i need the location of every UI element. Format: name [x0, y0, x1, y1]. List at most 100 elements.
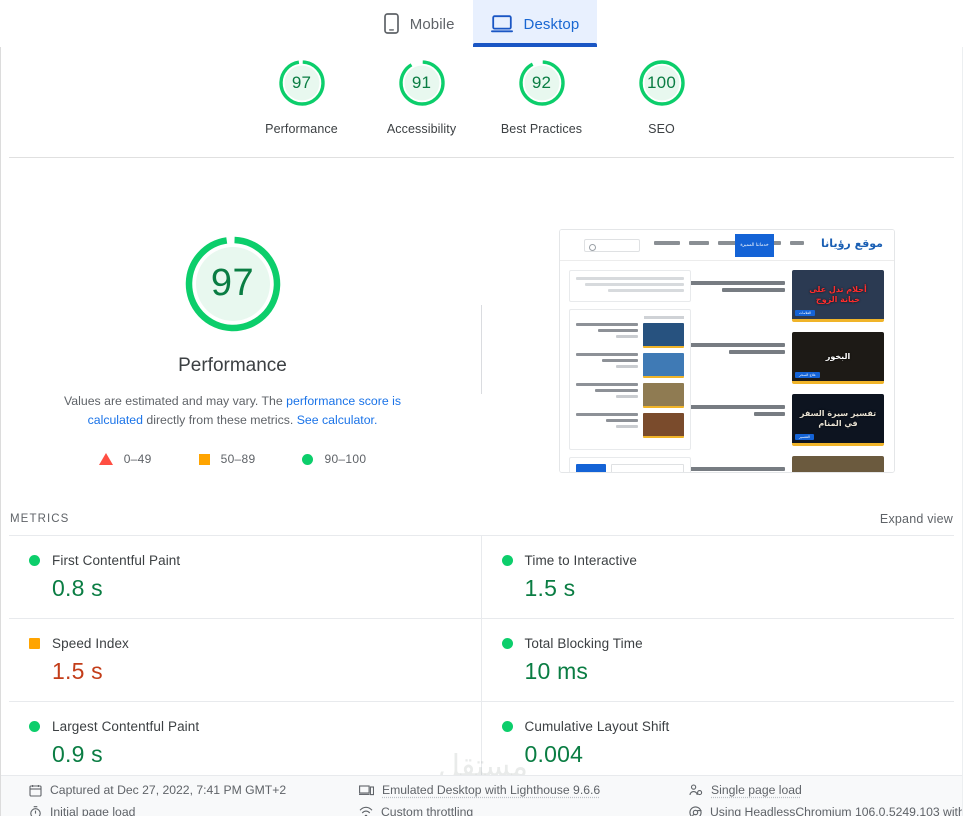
footer-item-emulation[interactable]: Emulated Desktop with Lighthouse 9.6.6: [359, 783, 689, 797]
thumbnail-article-meta: [683, 394, 785, 446]
category-score-accessibility[interactable]: 91 Accessibility: [362, 58, 482, 136]
status-good-icon: [29, 721, 40, 732]
thumbnail-article-caption: التفسير: [795, 434, 814, 440]
metric-name: Largest Contentful Paint: [52, 719, 200, 734]
metrics-section-title: METRICS: [10, 513, 70, 525]
score-legend: 0–49 50–89 90–100: [98, 452, 367, 467]
metrics-column-left: First Contentful Paint 0.8 s Speed Index…: [9, 535, 482, 784]
calendar-icon: [29, 784, 42, 797]
mobile-icon: [383, 13, 399, 34]
vertical-divider: [481, 305, 482, 394]
footer-item-captured-at: Captured at Dec 27, 2022, 7:41 PM GMT+2: [29, 783, 359, 797]
thumbnail-list-item: [576, 323, 684, 348]
metric-value: 0.004: [524, 741, 584, 767]
category-score-row: 97 Performance 91 Accessibility 92 Best …: [0, 58, 963, 136]
thumbnail-article-card: أحلام تدل على خيانة الزوج العلامات: [683, 270, 884, 322]
square-icon: [198, 453, 210, 465]
footer-item-text: Single page load: [711, 783, 802, 797]
metric-value: 0.9 s: [52, 741, 103, 767]
metric-name: Time to Interactive: [524, 553, 637, 568]
thumbnail-sidebar: [569, 270, 691, 472]
metric-name: Cumulative Layout Shift: [524, 719, 670, 734]
thumbnail-navbar: موقع رؤيانا خدماتنا المميزة: [560, 230, 894, 261]
legend-item-poor: 0–49: [98, 452, 152, 467]
thumbnail-article-card: سعر الطريق: [683, 456, 884, 472]
metric-cumulative-layout-shift[interactable]: Cumulative Layout Shift 0.004: [481, 701, 954, 784]
tab-mobile[interactable]: Mobile: [366, 0, 473, 47]
category-label: Accessibility: [386, 122, 457, 136]
score-value: 97: [291, 72, 312, 92]
footer-item-text: Using HeadlessChromium 106.0.5249.103 wi…: [710, 805, 962, 816]
legend-item-average: 50–89: [198, 452, 256, 466]
status-average-icon: [29, 638, 40, 649]
see-calculator-link[interactable]: See calculator.: [297, 413, 378, 427]
thumbnail-subscribe-button: [576, 464, 606, 472]
status-good-icon: [29, 555, 40, 566]
thumbnail-list-item: [576, 383, 684, 408]
performance-description: Values are estimated and may vary. The p…: [37, 392, 429, 429]
metric-first-contentful-paint[interactable]: First Contentful Paint 0.8 s: [9, 535, 481, 618]
desktop-icon: [490, 14, 513, 33]
tab-desktop-label: Desktop: [523, 15, 580, 33]
devices-icon: [359, 784, 374, 797]
chromium-icon: [689, 805, 702, 816]
thumbnail-subscribe-box: [569, 457, 691, 472]
legend-range: 0–49: [123, 452, 152, 467]
thumbnail-article-image: سعر الطريق: [792, 456, 884, 472]
score-ring: 92: [517, 58, 567, 108]
category-score-seo[interactable]: 100 SEO: [602, 58, 722, 136]
footer-grid: Captured at Dec 27, 2022, 7:41 PM GMT+2 …: [1, 776, 962, 816]
metric-value: 1.5 s: [52, 658, 103, 684]
footer-item-throttling[interactable]: Custom throttling: [359, 805, 689, 816]
thumbnail-cta-button: خدماتنا المميزة: [735, 234, 774, 257]
score-value: 92: [531, 72, 552, 92]
thumbnail-body: أحلام تدل على خيانة الزوج العلامات البخو…: [560, 262, 894, 472]
metrics-column-right: Time to Interactive 1.5 s Total Blocking…: [481, 535, 954, 784]
metric-value: 0.8 s: [52, 575, 103, 601]
footer-item-text: Initial page load: [50, 805, 136, 816]
footer-item-text: Captured at Dec 27, 2022, 7:41 PM GMT+2: [50, 783, 287, 797]
status-good-icon: [501, 721, 513, 732]
report-footer: Captured at Dec 27, 2022, 7:41 PM GMT+2 …: [1, 775, 962, 816]
footer-item-user-agent[interactable]: Using HeadlessChromium 106.0.5249.103 wi…: [689, 805, 962, 816]
thumbnail-about-box: [569, 270, 691, 302]
metric-speed-index[interactable]: Speed Index 1.5 s: [9, 618, 481, 701]
score-value: 91: [411, 72, 432, 92]
thumbnail-article-card: البخور علاج السحر: [683, 332, 884, 384]
metrics-header: METRICS Expand view: [0, 512, 963, 526]
metric-total-blocking-time[interactable]: Total Blocking Time 10 ms: [481, 618, 954, 701]
tab-mobile-label: Mobile: [409, 15, 455, 33]
category-score-best-practices[interactable]: 92 Best Practices: [482, 58, 602, 136]
desc-text-2: directly from these metrics.: [142, 412, 297, 427]
thumbnail-article-image-title: سعر الطريق: [792, 456, 884, 472]
category-score-performance[interactable]: 97 Performance: [242, 58, 362, 136]
page-title: Performance: [178, 355, 287, 376]
legend-range: 90–100: [324, 452, 367, 467]
tab-desktop[interactable]: Desktop: [472, 0, 598, 47]
footer-item-initial-page-load[interactable]: Initial page load: [29, 805, 359, 816]
final-screenshot-thumbnail[interactable]: موقع رؤيانا خدماتنا المميزة أحلام تدل عل…: [559, 229, 895, 473]
metric-time-to-interactive[interactable]: Time to Interactive 1.5 s: [481, 535, 954, 618]
performance-summary: 97 Performance Values are estimated and …: [9, 232, 456, 466]
footer-item-text: Custom throttling: [381, 805, 474, 816]
performance-gauge: 97: [181, 232, 285, 336]
thumbnail-main-column: أحلام تدل على خيانة الزوج العلامات البخو…: [683, 270, 884, 472]
thumbnail-article-image: تفسير سيرة السفر في المنام التفسير: [792, 394, 884, 446]
thumbnail-subscribe-input: [611, 464, 684, 472]
score-ring: 97: [277, 58, 327, 108]
throttle-icon: [359, 806, 373, 816]
thumbnail-article-card: تفسير سيرة السفر في المنام التفسير: [683, 394, 884, 446]
legend-item-good: 90–100: [302, 452, 366, 466]
footer-item-page-load[interactable]: Single page load: [689, 783, 962, 797]
thumbnail-article-caption: العلامات: [795, 310, 816, 316]
thumbnail-search-box: [584, 239, 640, 252]
thumbnail-article-caption: علاج السحر: [795, 372, 820, 378]
footer-item-text: Emulated Desktop with Lighthouse 9.6.6: [382, 783, 601, 797]
metric-largest-contentful-paint[interactable]: Largest Contentful Paint 0.9 s: [9, 701, 481, 784]
metrics-grid: First Contentful Paint 0.8 s Speed Index…: [9, 535, 954, 784]
thumbnail-site-title: موقع رؤيانا: [821, 237, 883, 250]
category-label: Performance: [265, 122, 338, 136]
score-ring: 91: [397, 58, 447, 108]
expand-view-button[interactable]: Expand view: [880, 512, 953, 526]
desc-text-1: Values are estimated and may vary. The: [64, 394, 287, 408]
